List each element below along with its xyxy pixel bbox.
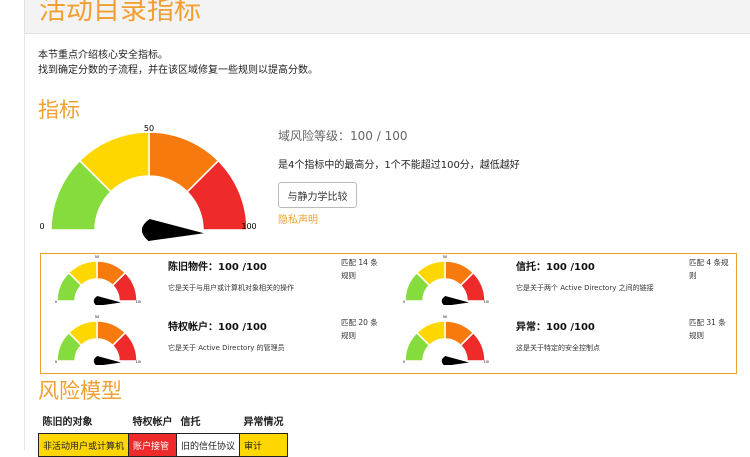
risk-model-table: 陈旧的对象 特权帐户 信托 异常情况 非活动用户或计算机 账户接管 旧的信任协议… bbox=[37, 411, 289, 457]
page-title: 活动目录指标 bbox=[39, 0, 201, 26]
gauge-label: 100 bbox=[136, 360, 141, 364]
card-anomalies: 50 0 100 异常：100 /100 这是关于特定的安全控制点 匹配 31 条规… bbox=[389, 314, 737, 374]
gauge-label: 100 bbox=[136, 300, 141, 304]
page-header: 活动目录指标 bbox=[24, 0, 750, 34]
gauge-label-min: 0 bbox=[39, 222, 44, 231]
risk-description: 是4个指标中的最高分，1个不能超过100分，越低越好 bbox=[278, 160, 520, 171]
gauge-label-mid: 50 bbox=[144, 124, 154, 133]
gauge-label: 100 bbox=[484, 300, 489, 304]
card-title: 信托：100 /100 bbox=[516, 262, 595, 273]
gauge-label-max: 100 bbox=[241, 222, 256, 231]
card-rule-count: 匹配 20 条规则 bbox=[341, 318, 378, 340]
card-description: 它是关于 Active Directory 的管理员 bbox=[168, 344, 285, 352]
risk-cell[interactable]: 非活动用户或计算机 bbox=[37, 433, 130, 457]
risk-cell[interactable]: 旧的信任协议 bbox=[176, 433, 241, 457]
gauge-label: 0 bbox=[403, 360, 405, 364]
card-privileged-accounts: 50 0 100 特权帐户：100 /100 它是关于 Active Directo… bbox=[41, 314, 389, 374]
column-header: 异常情况 bbox=[243, 416, 284, 428]
card-description: 它是关于与用户或计算机对象相关的操作 bbox=[168, 284, 294, 292]
gauge-label: 0 bbox=[55, 360, 57, 364]
content-divider bbox=[24, 33, 25, 450]
card-trusts: 50 0 100 信托：100 /100 它是关于两个 Active Directo… bbox=[389, 254, 737, 314]
gauge-label: 50 bbox=[95, 315, 99, 319]
trusts-gauge: 50 0 100 bbox=[403, 255, 489, 305]
gauge-label: 100 bbox=[484, 360, 489, 364]
risk-model-heading: 风险模型 bbox=[38, 379, 122, 403]
stale-objects-gauge: 50 0 100 bbox=[55, 255, 141, 305]
privileged-accounts-gauge: 50 0 100 bbox=[55, 315, 141, 365]
card-rule-count: 匹配 4 条规则 bbox=[689, 258, 729, 280]
card-title: 陈旧物件：100 /100 bbox=[168, 262, 267, 273]
gauge-label: 50 bbox=[443, 315, 447, 319]
table-row: 非活动用户或计算机 账户接管 旧的信任协议 审计 bbox=[37, 433, 289, 457]
gauge-label: 0 bbox=[403, 300, 405, 304]
indicator-cards: 500100 陈旧物件：100 /100 它是关于与用户或计算机对象相关的操作 … bbox=[40, 253, 737, 374]
compare-button[interactable]: 与静力学比较 bbox=[278, 182, 357, 208]
risk-cell[interactable]: 账户接管 bbox=[128, 433, 178, 457]
table-header-row: 陈旧的对象 特权帐户 信托 异常情况 bbox=[39, 411, 288, 434]
card-stale-objects: 500100 陈旧物件：100 /100 它是关于与用户或计算机对象相关的操作 … bbox=[41, 254, 389, 314]
gauge-label: 50 bbox=[443, 255, 447, 259]
column-header: 特权帐户 bbox=[132, 416, 173, 428]
gauge-label: 50 bbox=[95, 255, 99, 259]
card-rule-count: 匹配 31 条规则 bbox=[689, 318, 726, 340]
gauge-needle bbox=[141, 219, 204, 241]
gauge-needle bbox=[93, 356, 121, 365]
domain-risk-gauge: 50 0 100 bbox=[39, 124, 257, 241]
intro-line-2: 找到确定分数的子流程，并在该区域修复一些规则以提高分数。 bbox=[38, 65, 318, 76]
card-title: 异常：100 /100 bbox=[516, 322, 595, 333]
card-rule-count: 匹配 14 条规则 bbox=[341, 258, 378, 280]
column-header: 陈旧的对象 bbox=[42, 416, 93, 428]
card-description: 它是关于两个 Active Directory 之间的链接 bbox=[516, 284, 654, 292]
gauge-needle bbox=[93, 296, 121, 305]
card-title: 特权帐户：100 /100 bbox=[168, 322, 267, 333]
intro-text: 本节重点介绍核心安全指标。 找到确定分数的子流程，并在该区域修复一些规则以提高分… bbox=[38, 48, 318, 78]
gauge-label: 0 bbox=[55, 300, 57, 304]
column-header: 信托 bbox=[180, 416, 201, 428]
gauge-needle bbox=[441, 296, 469, 305]
risk-level: 域风险等级：100 / 100 bbox=[278, 129, 408, 143]
privacy-link[interactable]: 隐私声明 bbox=[278, 211, 318, 226]
intro-line-1: 本节重点介绍核心安全指标。 bbox=[38, 50, 168, 61]
card-description: 这是关于特定的安全控制点 bbox=[516, 344, 600, 352]
risk-cell[interactable]: 审计 bbox=[239, 433, 289, 457]
anomalies-gauge: 50 0 100 bbox=[403, 315, 489, 365]
gauge-needle bbox=[441, 356, 469, 365]
